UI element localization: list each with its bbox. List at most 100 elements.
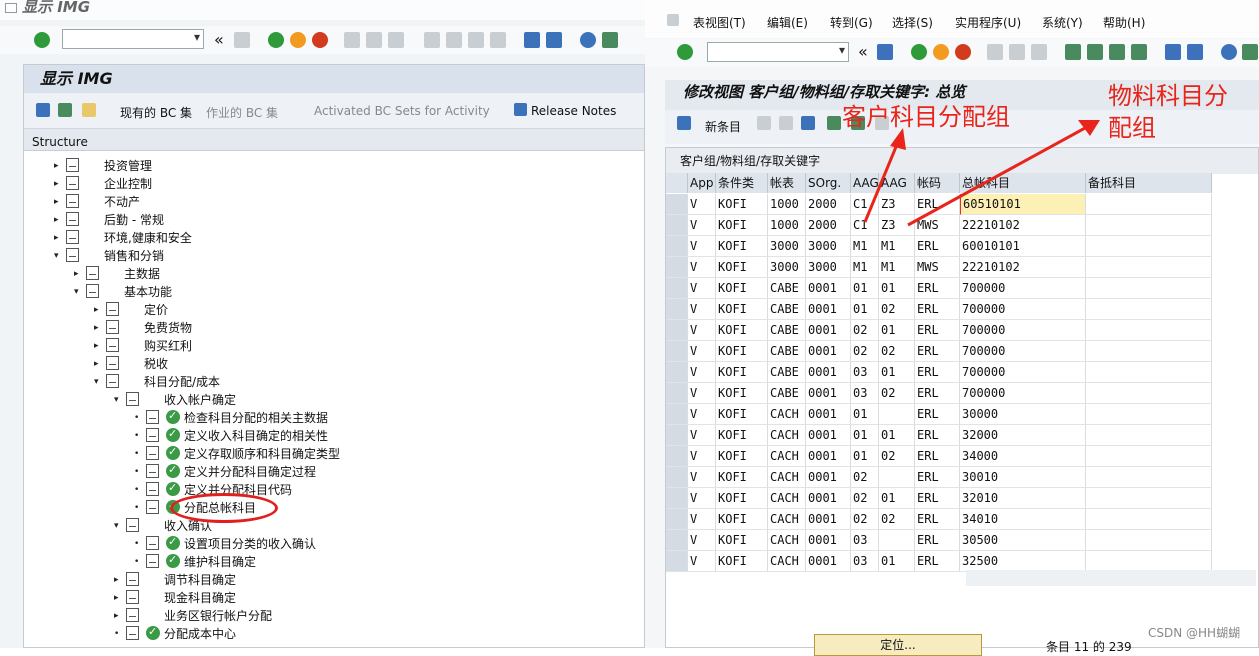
leaf-bullet-icon[interactable]: •: [134, 427, 139, 445]
expand-node-icon[interactable]: ▸: [54, 211, 59, 229]
column-header[interactable]: 备抵科目: [1086, 173, 1212, 193]
row-selector[interactable]: [666, 530, 688, 551]
column-header[interactable]: 帐码: [915, 173, 960, 193]
expand-node-icon[interactable]: ▸: [54, 175, 59, 193]
leaf-bullet-icon[interactable]: •: [134, 409, 139, 427]
collapse-node-icon[interactable]: ▾: [114, 517, 119, 535]
collapse-icon[interactable]: «: [858, 42, 868, 61]
shortcut-icon[interactable]: [546, 32, 562, 48]
table-cell[interactable]: 22210102: [960, 215, 1086, 236]
expand-node-icon[interactable]: ▸: [114, 607, 119, 625]
horizontal-scrollbar[interactable]: [966, 570, 1256, 586]
tree-node[interactable]: ▸ 购买红利: [24, 337, 644, 355]
table-cell[interactable]: [1086, 467, 1212, 488]
table-cell[interactable]: 22210102: [960, 257, 1086, 278]
command-field[interactable]: [707, 42, 849, 62]
documentation-icon[interactable]: [106, 356, 119, 370]
table-cell[interactable]: [1086, 362, 1212, 383]
collapse-node-icon[interactable]: ▾: [114, 391, 119, 409]
tree-node[interactable]: ▸ 环境,健康和安全: [24, 229, 644, 247]
execute-icon[interactable]: [166, 461, 180, 479]
documentation-icon[interactable]: [146, 464, 159, 478]
active-bc-button[interactable]: 作业的 BC 集: [206, 104, 278, 121]
documentation-icon[interactable]: [66, 248, 79, 262]
table-cell[interactable]: [1086, 551, 1212, 572]
menu-help[interactable]: 帮助(H): [1103, 14, 1145, 31]
row-selector[interactable]: [666, 467, 688, 488]
row-selector[interactable]: [666, 446, 688, 467]
tree-node[interactable]: ▾ 销售和分销: [24, 247, 644, 265]
display-change-icon[interactable]: [677, 116, 691, 130]
tree-node[interactable]: ▸ 税收: [24, 355, 644, 373]
tree-node[interactable]: • 定义收入科目确定的相关性: [24, 425, 644, 445]
help-icon[interactable]: [1221, 44, 1237, 60]
table-cell[interactable]: [1086, 488, 1212, 509]
command-field[interactable]: [62, 29, 204, 49]
current-bc-button[interactable]: 现有的 BC 集: [120, 104, 192, 121]
row-selector[interactable]: [666, 425, 688, 446]
expand-node-icon[interactable]: ▸: [54, 157, 59, 175]
leaf-bullet-icon[interactable]: •: [134, 553, 139, 571]
row-selector[interactable]: [666, 236, 688, 257]
column-header[interactable]: 条件类: [716, 173, 768, 193]
table-cell[interactable]: [1086, 530, 1212, 551]
tree-node[interactable]: • 分配成本中心: [24, 623, 644, 643]
new-session-icon[interactable]: [524, 32, 540, 48]
table-cell[interactable]: [1086, 341, 1212, 362]
table-cell[interactable]: [1086, 320, 1212, 341]
execute-icon[interactable]: [166, 443, 180, 461]
leaf-bullet-icon[interactable]: •: [134, 481, 139, 499]
documentation-icon[interactable]: [126, 608, 139, 622]
expand-node-icon[interactable]: ▸: [94, 301, 99, 319]
column-header[interactable]: 总帐科目: [960, 173, 1086, 193]
column-header[interactable]: App: [688, 173, 716, 193]
row-selector[interactable]: [666, 320, 688, 341]
new-session-icon[interactable]: [1165, 44, 1181, 60]
find-icon[interactable]: [366, 32, 382, 48]
row-selector[interactable]: [666, 257, 688, 278]
row-selector[interactable]: [666, 194, 688, 215]
help-icon[interactable]: [580, 32, 596, 48]
back-icon[interactable]: [268, 32, 284, 48]
collapse-node-icon[interactable]: ▾: [74, 283, 79, 301]
collapse-node-icon[interactable]: ▾: [94, 373, 99, 391]
documentation-icon[interactable]: [126, 572, 139, 586]
expand-node-icon[interactable]: ▸: [114, 571, 119, 589]
expand-node-icon[interactable]: ▸: [114, 589, 119, 607]
table-cell[interactable]: [1086, 404, 1212, 425]
tree-node[interactable]: ▸ 免费货物: [24, 319, 644, 337]
new-entries-button[interactable]: 新条目: [705, 118, 741, 135]
execute-icon[interactable]: [166, 407, 180, 425]
delete-icon[interactable]: [779, 116, 793, 130]
find-icon[interactable]: [1009, 44, 1025, 60]
documentation-icon[interactable]: [66, 230, 79, 244]
table-cell[interactable]: [1086, 425, 1212, 446]
table-cell[interactable]: 30010: [960, 467, 1086, 488]
activated-bc-button[interactable]: Activated BC Sets for Activity: [314, 104, 490, 118]
table-cell[interactable]: 700000: [960, 362, 1086, 383]
tree-node[interactable]: ▸ 主数据: [24, 265, 644, 283]
tree-node[interactable]: ▸ 定价: [24, 301, 644, 319]
find-next-icon[interactable]: [388, 32, 404, 48]
leaf-bullet-icon[interactable]: •: [134, 463, 139, 481]
table-cell[interactable]: 34000: [960, 446, 1086, 467]
table-cell[interactable]: 700000: [960, 341, 1086, 362]
documentation-icon[interactable]: [146, 554, 159, 568]
first-page-icon[interactable]: [424, 32, 440, 48]
last-page-icon[interactable]: [1131, 44, 1147, 60]
table-cell[interactable]: [1086, 299, 1212, 320]
tree-node[interactable]: • 定义并分配科目确定过程: [24, 461, 644, 481]
first-page-icon[interactable]: [1065, 44, 1081, 60]
copy-as-icon[interactable]: [757, 116, 771, 130]
table-cell[interactable]: 32500: [960, 551, 1086, 572]
release-notes-button[interactable]: Release Notes: [531, 104, 616, 118]
expand-node-icon[interactable]: ▸: [54, 193, 59, 211]
last-page-icon[interactable]: [490, 32, 506, 48]
tree-node[interactable]: ▸ 不动产: [24, 193, 644, 211]
documentation-icon[interactable]: [126, 626, 139, 640]
documentation-icon[interactable]: [126, 590, 139, 604]
documentation-icon[interactable]: [66, 176, 79, 190]
documentation-icon[interactable]: [146, 446, 159, 460]
table-cell[interactable]: 700000: [960, 299, 1086, 320]
tree-node[interactable]: ▾ 收入帐户确定: [24, 391, 644, 409]
